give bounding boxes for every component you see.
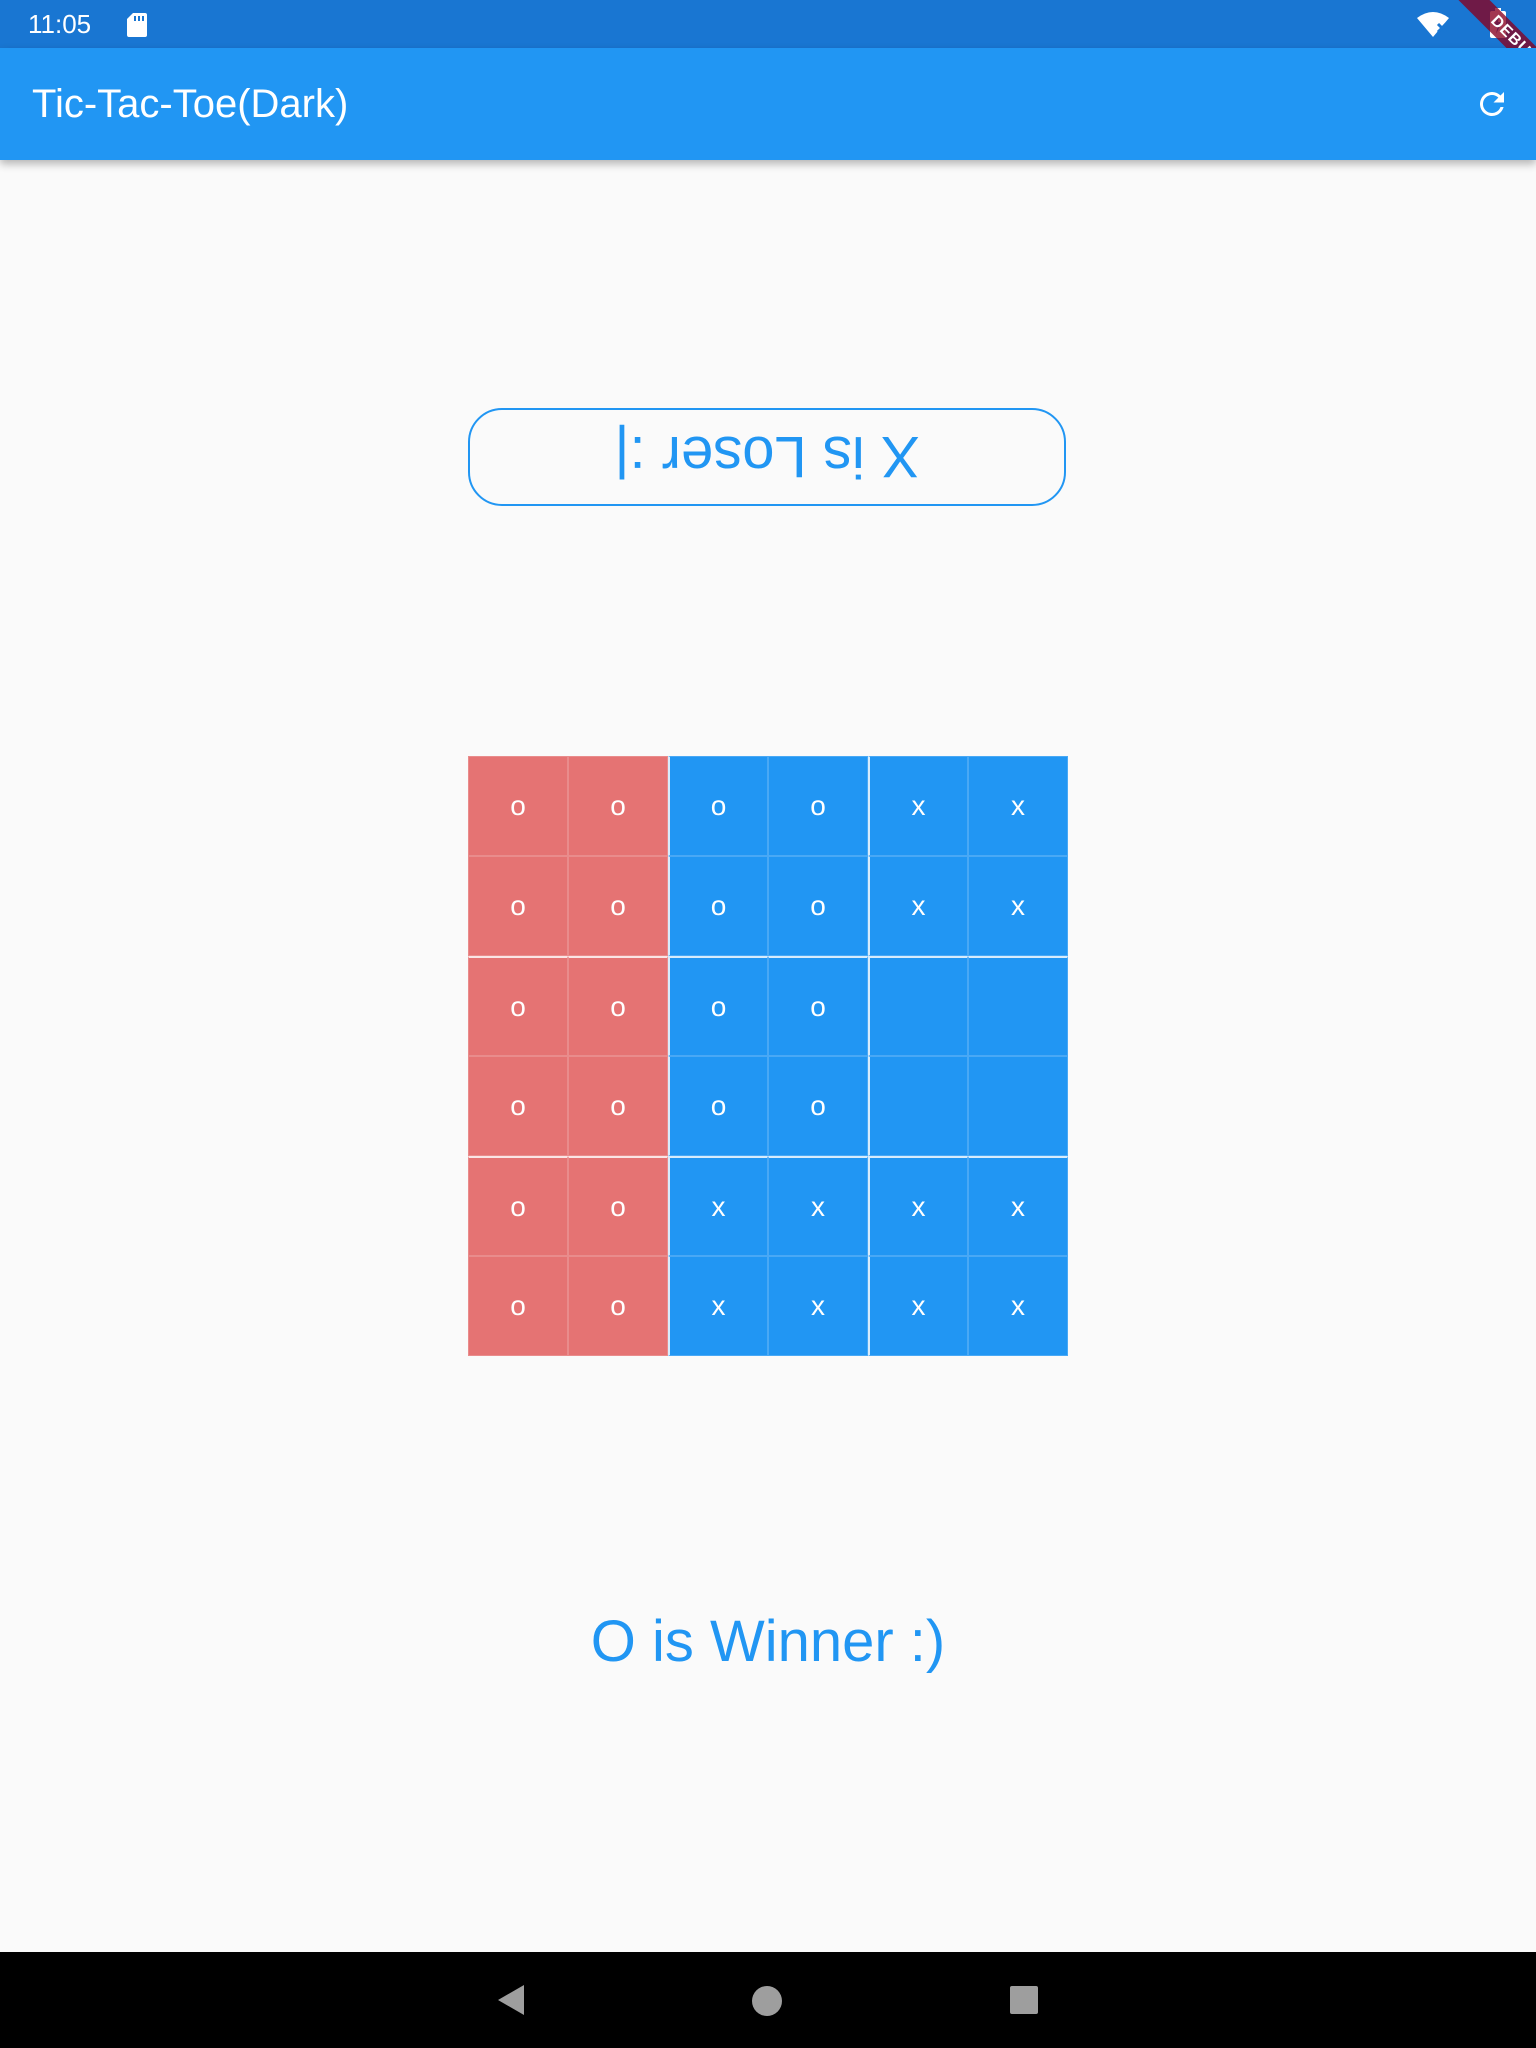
recents-icon[interactable] <box>1010 1986 1038 2014</box>
board-cell[interactable]: o <box>468 1056 568 1156</box>
status-time: 11:05 <box>28 9 92 39</box>
board-cell[interactable]: o <box>668 756 768 856</box>
board-cell[interactable]: o <box>768 956 868 1056</box>
wifi-icon <box>1417 12 1449 37</box>
game-board: ooooxxooooxxooooooooooxxxxooxxxx <box>468 756 1068 1356</box>
board-cell[interactable]: x <box>968 756 1068 856</box>
board-cell[interactable]: x <box>768 1156 868 1256</box>
board-cell[interactable] <box>968 956 1068 1056</box>
board-cell[interactable]: o <box>668 956 768 1056</box>
board-cell[interactable]: x <box>968 1256 1068 1356</box>
board-cell[interactable]: o <box>568 756 668 856</box>
app-title: Tic-Tac-Toe(Dark) <box>32 82 349 126</box>
board-cell[interactable]: o <box>568 1256 668 1356</box>
loser-banner: X is Loser :| <box>468 408 1066 506</box>
board-cell[interactable]: x <box>768 1256 868 1356</box>
winner-text: O is Winner :) <box>590 1609 946 1674</box>
board-cell[interactable]: x <box>968 856 1068 956</box>
status-bar: 11:05 DEBUG <box>0 0 1536 109</box>
board-cell[interactable] <box>968 1056 1068 1156</box>
board-cell[interactable]: x <box>668 1256 768 1356</box>
board-cell[interactable]: o <box>468 956 568 1056</box>
home-icon[interactable] <box>752 1986 782 2016</box>
board-cell[interactable]: x <box>868 856 968 956</box>
back-icon[interactable] <box>496 1984 526 2016</box>
refresh-icon <box>1479 91 1504 116</box>
board-cell[interactable]: o <box>568 1056 668 1156</box>
navigation-bar <box>0 1952 1536 2048</box>
board-cell[interactable]: o <box>568 956 668 1056</box>
board-cell[interactable]: o <box>768 856 868 956</box>
board-cell[interactable]: o <box>568 856 668 956</box>
app-bar: Tic-Tac-Toe(Dark) <box>0 48 1536 160</box>
board-cell[interactable]: o <box>668 1056 768 1156</box>
board-cell[interactable] <box>868 956 968 1056</box>
board-cell[interactable]: x <box>868 1256 968 1356</box>
board-cell[interactable]: x <box>868 1156 968 1256</box>
sd-card-icon <box>127 13 147 37</box>
board-cell[interactable]: o <box>568 1156 668 1256</box>
loser-text: X is Loser :| <box>614 424 920 490</box>
board-cell[interactable]: o <box>668 856 768 956</box>
refresh-button[interactable] <box>1464 76 1520 132</box>
board-cell[interactable]: o <box>468 1156 568 1256</box>
board-cell[interactable]: x <box>968 1156 1068 1256</box>
board-cell[interactable]: o <box>768 1056 868 1156</box>
board-cell[interactable]: o <box>768 756 868 856</box>
board-cell[interactable]: o <box>468 856 568 956</box>
board-cell[interactable]: o <box>468 1256 568 1356</box>
board-cell[interactable]: x <box>868 756 968 856</box>
board-cell[interactable] <box>868 1056 968 1156</box>
board-cell[interactable]: x <box>668 1156 768 1256</box>
board-cell[interactable]: o <box>468 756 568 856</box>
